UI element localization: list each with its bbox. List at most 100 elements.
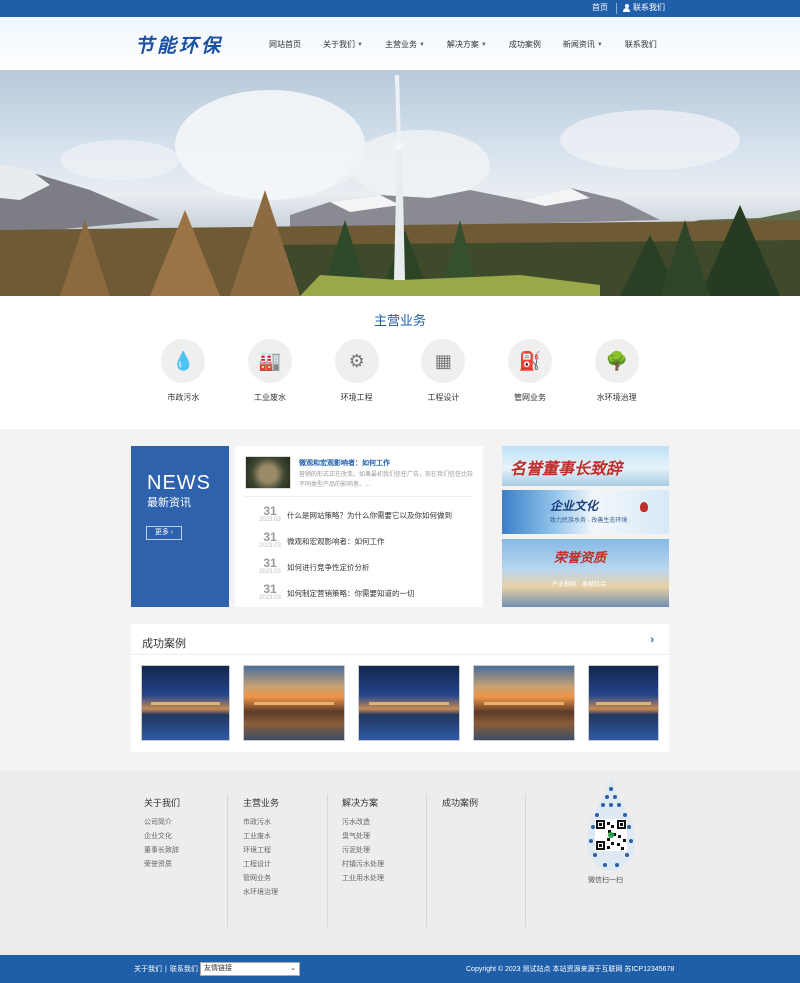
promo-chairman-title: 名誉董事长致辞 xyxy=(510,459,623,478)
site-header: 节能环保 网站首页 关于我们 ▼ 主营业务 ▼ 解决方案 ▼ 成功案例 新闻资讯 ▼ 联… xyxy=(0,17,800,70)
news-item-title: 什么是网站策略？为什么你需要它以及你如何做到 xyxy=(287,511,452,520)
case-image[interactable] xyxy=(358,665,460,741)
news-date: 2023.03 xyxy=(259,543,281,549)
separator: | xyxy=(165,965,167,973)
chart-icon: ▦ xyxy=(421,339,466,383)
news-list-item[interactable]: 31 2023.03 如何制定营销策略：你需要知道的一切 xyxy=(247,582,475,606)
promo-culture-title: 企业文化 xyxy=(550,499,599,513)
footer-column-heading[interactable]: 关于我们 xyxy=(144,796,180,809)
nav-item-business[interactable]: 主营业务 ▼ xyxy=(374,39,436,50)
news-list-item[interactable]: 31 2023.03 如何进行竞争性定价分析 xyxy=(247,556,475,580)
news-featured-desc: 营销的形式正在改变。如果最初我们信任广告，现在我们信任比较不同类型产品的影响者。… xyxy=(299,472,474,488)
bottom-contact-link[interactable]: 联系我们 xyxy=(170,964,198,974)
water-drop-icon: 💧 xyxy=(161,339,206,383)
news-panel: 微观和宏观影响者：如何工作 营销的形式正在改变。如果最初我们信任广告，现在我们信… xyxy=(235,446,483,607)
friend-links-select-value: 友情链接 xyxy=(204,965,232,972)
footer-column-heading[interactable]: 解决方案 xyxy=(342,796,384,809)
news-day: 31 xyxy=(263,530,277,544)
news-item-title: 微观和宏观影响者：如何工作 xyxy=(287,537,385,546)
bottom-about-link[interactable]: 关于我们 xyxy=(134,964,162,974)
promo-culture-subtitle: 致力民族水务 · 改善生态环境 xyxy=(550,518,628,524)
topbar-divider xyxy=(616,3,617,14)
topbar-contact-link[interactable]: 联系我们 xyxy=(623,2,665,13)
footer-link[interactable]: 管网业务 xyxy=(243,872,279,886)
news-day: 31 xyxy=(263,556,277,570)
news-date: 2023.03 xyxy=(259,569,281,575)
footer-divider xyxy=(426,794,427,927)
nav-item-about[interactable]: 关于我们 ▼ xyxy=(312,39,374,50)
footer-link[interactable]: 臭气处理 xyxy=(342,830,384,844)
service-item[interactable]: ⚙ 环境工程 xyxy=(313,339,400,403)
service-item[interactable]: ⛽ 管网业务 xyxy=(487,339,574,403)
footer-link[interactable]: 污水改造 xyxy=(342,816,384,830)
seal-icon xyxy=(640,502,648,512)
footer-link[interactable]: 董事长致辞 xyxy=(144,844,180,858)
news-title-en: NEWS xyxy=(147,472,211,494)
gear-icon: ⚙ xyxy=(334,339,379,383)
footer-link[interactable]: 工业用水处理 xyxy=(342,872,384,886)
footer-column-heading[interactable]: 主营业务 xyxy=(243,796,279,809)
footer-link[interactable]: 市政污水 xyxy=(243,816,279,830)
footer-link[interactable]: 企业文化 xyxy=(144,830,180,844)
case-image[interactable] xyxy=(473,665,575,741)
footer-link[interactable]: 村镇污水处理 xyxy=(342,858,384,872)
footer-link[interactable]: 污泥处理 xyxy=(342,844,384,858)
topbar-contact-label: 联系我们 xyxy=(633,3,665,12)
service-item[interactable]: ▦ 工程设计 xyxy=(400,339,487,403)
bottom-links: 关于我们 | 联系我们 xyxy=(134,964,198,974)
services-list: 💧 市政污水 🏭 工业废水 ⚙ 环境工程 ▦ 工程设计 ⛽ 管网业务 🌳 水环境… xyxy=(140,339,660,403)
promo-honor-title: 荣誉资质 xyxy=(554,551,607,566)
caret-down-icon: ▼ xyxy=(357,41,363,48)
case-image[interactable] xyxy=(141,665,230,741)
footer-link[interactable]: 水环境治理 xyxy=(243,886,279,900)
promo-culture-banner[interactable]: 企业文化 致力民族水务 · 改善生态环境 xyxy=(502,490,669,534)
footer-link[interactable]: 工程设计 xyxy=(243,858,279,872)
pipe-icon: ⛽ xyxy=(508,339,553,383)
nav-item-home[interactable]: 网站首页 xyxy=(258,39,312,50)
cases-section: 成功案例 › xyxy=(131,624,669,752)
promo-chairman-banner[interactable]: 名誉董事长致辞 xyxy=(502,446,669,486)
case-image[interactable] xyxy=(243,665,345,741)
news-list-item[interactable]: 31 2023.03 什么是网站策略？为什么你需要它以及你如何做到 xyxy=(247,504,475,528)
site-logo[interactable]: 节能环保 xyxy=(135,31,223,58)
case-image[interactable] xyxy=(588,665,659,741)
service-label: 工业废水 xyxy=(254,393,286,402)
nav-item-cases[interactable]: 成功案例 xyxy=(498,39,552,50)
footer-link[interactable]: 环境工程 xyxy=(243,844,279,858)
news-item-title: 如何进行竞争性定价分析 xyxy=(287,563,370,572)
service-label: 市政污水 xyxy=(167,393,200,402)
footer-column-heading[interactable]: 成功案例 xyxy=(442,796,478,809)
topbar-home-link[interactable]: 首页 xyxy=(592,2,608,13)
person-icon xyxy=(623,3,630,12)
service-item[interactable]: 💧 市政污水 xyxy=(140,339,227,403)
factory-icon: 🏭 xyxy=(248,339,292,383)
services-title: 主营业务 xyxy=(373,313,426,328)
footer-divider xyxy=(327,794,328,927)
cases-title: 成功案例 xyxy=(142,638,186,650)
footer-column-about: 关于我们 公司简介 企业文化 董事长致辞 荣誉资质 xyxy=(144,796,180,872)
footer-link[interactable]: 工业废水 xyxy=(243,830,279,844)
divider xyxy=(131,654,669,655)
footer-link[interactable]: 公司简介 xyxy=(144,816,180,830)
friend-links-select[interactable]: 友情链接 ⌄ xyxy=(200,962,300,976)
service-label: 管网业务 xyxy=(514,393,547,402)
service-label: 环境工程 xyxy=(340,393,373,402)
news-featured-image[interactable] xyxy=(245,456,291,489)
news-day: 31 xyxy=(263,504,277,518)
hero-banner xyxy=(0,70,800,296)
service-item[interactable]: 🏭 工业废水 xyxy=(227,339,314,403)
footer-link[interactable]: 荣誉资质 xyxy=(144,858,180,872)
promo-honor-banner[interactable]: 荣誉资质 产业报国 奉献社会 xyxy=(502,539,669,607)
chevron-right-icon[interactable]: › xyxy=(650,634,654,646)
footer-column-solutions: 解决方案 污水改造 臭气处理 污泥处理 村镇污水处理 工业用水处理 xyxy=(342,796,384,886)
news-more-button[interactable]: 更多 › xyxy=(146,526,182,540)
divider xyxy=(245,496,473,497)
nav-item-solutions[interactable]: 解决方案 ▼ xyxy=(436,39,498,50)
news-featured-title[interactable]: 微观和宏观影响者：如何工作 xyxy=(299,458,390,468)
promo-honor-subtitle: 产业报国 奉献社会 xyxy=(552,582,607,588)
nav-item-contact[interactable]: 联系我们 xyxy=(614,39,668,50)
service-item[interactable]: 🌳 水环境治理 xyxy=(573,339,660,403)
nav-item-news[interactable]: 新闻资讯 ▼ xyxy=(552,39,614,50)
footer-column-business: 主营业务 市政污水 工业废水 环境工程 工程设计 管网业务 水环境治理 xyxy=(243,796,279,900)
news-list-item[interactable]: 31 2023.03 微观和宏观影响者：如何工作 xyxy=(247,530,475,554)
